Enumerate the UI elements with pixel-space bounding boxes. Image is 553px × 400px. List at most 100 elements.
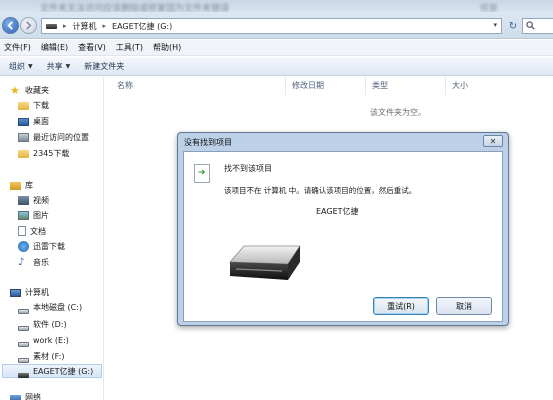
nav-item-downloads[interactable]: 下载 bbox=[18, 98, 49, 112]
nav-item-videos[interactable]: 视频 bbox=[18, 193, 49, 207]
music-note-icon: ♪ bbox=[18, 256, 25, 268]
breadcrumb-separator: ▸ bbox=[102, 22, 107, 30]
drive-icon bbox=[18, 325, 29, 331]
removable-drive-icon bbox=[229, 245, 301, 280]
chevron-down-icon[interactable]: ▾ bbox=[493, 21, 497, 29]
nav-item-label: 最近访问的位置 bbox=[33, 132, 89, 142]
nav-favorites[interactable]: ★ 收藏夹 bbox=[10, 83, 49, 97]
nav-computer[interactable]: 计算机 bbox=[10, 285, 49, 299]
nav-item-xunlei[interactable]: 迅雷下载 bbox=[18, 239, 65, 253]
nav-favorites-label: 收藏夹 bbox=[25, 85, 49, 95]
menu-file[interactable]: 文件(F) bbox=[4, 42, 31, 53]
share-button[interactable]: 共享 ▼ bbox=[47, 61, 71, 72]
nav-item-drive-e[interactable]: work (E:) bbox=[18, 333, 69, 347]
organize-label: 组织 bbox=[9, 61, 25, 71]
drive-icon bbox=[18, 357, 29, 363]
empty-folder-message: 该文件夹为空。 bbox=[370, 108, 426, 117]
refresh-icon: ↻ bbox=[508, 20, 518, 32]
nav-libraries[interactable]: 库 bbox=[10, 178, 33, 192]
back-button[interactable] bbox=[2, 17, 19, 34]
refresh-button[interactable]: ↻ bbox=[506, 18, 520, 34]
nav-item-label: 图片 bbox=[33, 210, 49, 220]
nav-item-label: 视频 bbox=[33, 195, 49, 205]
menu-help[interactable]: 帮助(H) bbox=[153, 42, 181, 53]
nav-network[interactable]: 网络 bbox=[10, 390, 41, 400]
window-title: 文件夹无法访问应该删除或修复因为文件夹错误 bbox=[40, 4, 230, 12]
dropdown-arrow-icon: ▼ bbox=[28, 62, 33, 70]
nav-item-label: EAGET亿捷 (G:) bbox=[33, 366, 94, 376]
folder-icon bbox=[18, 150, 29, 158]
nav-item-drive-d[interactable]: 软件 (D:) bbox=[18, 317, 67, 331]
cancel-button[interactable]: 取消 bbox=[436, 297, 492, 315]
nav-item-drive-g[interactable]: EAGET亿捷 (G:) bbox=[2, 364, 102, 378]
picture-icon bbox=[18, 210, 29, 220]
nav-network-label: 网络 bbox=[25, 392, 41, 400]
window-title-right: 修复 bbox=[480, 4, 499, 12]
column-header-type[interactable]: 类型 bbox=[372, 80, 388, 91]
window-title-bar: 文件夹无法访问应该删除或修复因为文件夹错误 修复 bbox=[0, 0, 553, 12]
menu-tools[interactable]: 工具(T) bbox=[116, 42, 143, 53]
address-row: ▸ 计算机 ▸ EAGET亿捷 (G:) ▾ ↻ bbox=[0, 12, 553, 39]
dialog-message: 该项目不在 计算机 中。请确认该项目的位置，然后重试。 bbox=[224, 186, 417, 195]
nav-item-drive-f[interactable]: 素材 (F:) bbox=[18, 349, 64, 363]
xunlei-icon bbox=[18, 240, 29, 252]
document-arrow-icon: ➜ bbox=[194, 164, 210, 183]
close-icon: ✕ bbox=[489, 136, 497, 146]
column-header-name[interactable]: 名称 bbox=[117, 80, 133, 91]
dialog-body: ➜ 找不到该项目 该项目不在 计算机 中。请确认该项目的位置，然后重试。 EAG… bbox=[183, 151, 503, 322]
organize-button[interactable]: 组织 ▼ bbox=[9, 61, 33, 72]
menu-bar: 文件(F) 编辑(E) 查看(V) 工具(T) 帮助(H) bbox=[0, 40, 553, 56]
drive-icon bbox=[18, 341, 29, 347]
menu-edit[interactable]: 编辑(E) bbox=[41, 42, 68, 53]
column-header-date[interactable]: 修改日期 bbox=[292, 80, 324, 91]
nav-item-recent[interactable]: 最近访问的位置 bbox=[18, 130, 89, 144]
desktop-icon bbox=[18, 118, 29, 126]
missing-item-name: EAGET亿捷 bbox=[316, 207, 359, 216]
column-divider[interactable] bbox=[365, 77, 366, 95]
nav-libraries-label: 库 bbox=[25, 180, 33, 190]
breadcrumb-drive-g[interactable]: EAGET亿捷 (G:) bbox=[112, 21, 172, 32]
star-icon: ★ bbox=[10, 83, 20, 97]
retry-button[interactable]: 重试(R) bbox=[373, 297, 429, 315]
share-label: 共享 bbox=[46, 61, 63, 71]
nav-item-label: 下载 bbox=[33, 100, 49, 110]
search-icon bbox=[526, 21, 535, 30]
column-header-size[interactable]: 大小 bbox=[452, 80, 468, 91]
retry-label: 重试(R) bbox=[387, 301, 415, 311]
dialog-close-button[interactable]: ✕ bbox=[483, 135, 503, 147]
back-arrow-icon bbox=[7, 21, 13, 30]
dropdown-arrow-icon: ▼ bbox=[65, 62, 71, 70]
address-bar[interactable]: ▸ 计算机 ▸ EAGET亿捷 (G:) ▾ bbox=[41, 18, 502, 34]
nav-item-pictures[interactable]: 图片 bbox=[18, 208, 49, 222]
nav-item-label: 本地磁盘 (C:) bbox=[33, 302, 83, 312]
new-folder-button[interactable]: 新建文件夹 bbox=[84, 61, 124, 72]
dialog-heading: 找不到该项目 bbox=[224, 164, 272, 173]
breadcrumb-separator: ▸ bbox=[63, 22, 67, 30]
nav-item-desktop[interactable]: 桌面 bbox=[18, 114, 49, 128]
dialog-title: 没有找到项目 bbox=[184, 138, 232, 147]
nav-item-2345-downloads[interactable]: 2345下载 bbox=[18, 146, 69, 160]
column-divider[interactable] bbox=[285, 77, 286, 95]
search-input[interactable] bbox=[522, 18, 553, 34]
new-folder-label: 新建文件夹 bbox=[84, 61, 125, 71]
nav-item-documents[interactable]: 文档 bbox=[18, 224, 46, 238]
forward-button[interactable] bbox=[20, 17, 37, 34]
drive-icon bbox=[18, 308, 29, 314]
nav-item-label: work (E:) bbox=[33, 335, 69, 345]
nav-item-label: 2345下载 bbox=[33, 148, 70, 158]
nav-item-label: 音乐 bbox=[33, 257, 49, 267]
nav-item-label: 素材 (F:) bbox=[33, 351, 65, 361]
forward-arrow-icon bbox=[26, 21, 32, 30]
column-divider[interactable] bbox=[445, 77, 446, 95]
menu-view[interactable]: 查看(V) bbox=[78, 42, 106, 53]
breadcrumb-computer[interactable]: 计算机 bbox=[73, 21, 97, 32]
document-icon bbox=[18, 226, 26, 236]
nav-item-music[interactable]: ♪ 音乐 bbox=[18, 255, 49, 269]
green-arrow-icon: ➜ bbox=[198, 168, 206, 178]
error-dialog: 没有找到项目 ✕ ➜ 找不到该项目 该项目不在 计算机 中。请确认该项目的位置，… bbox=[177, 132, 509, 326]
nav-item-drive-c[interactable]: 本地磁盘 (C:) bbox=[18, 300, 82, 314]
cancel-label: 取消 bbox=[456, 301, 472, 311]
computer-icon bbox=[10, 289, 21, 297]
command-bar: 组织 ▼ 共享 ▼ 新建文件夹 bbox=[0, 57, 553, 76]
navigation-pane: ★ 收藏夹 下载 桌面 最近访问的位置 2345下载 库 视频 图片 文档 迅雷… bbox=[0, 77, 104, 400]
